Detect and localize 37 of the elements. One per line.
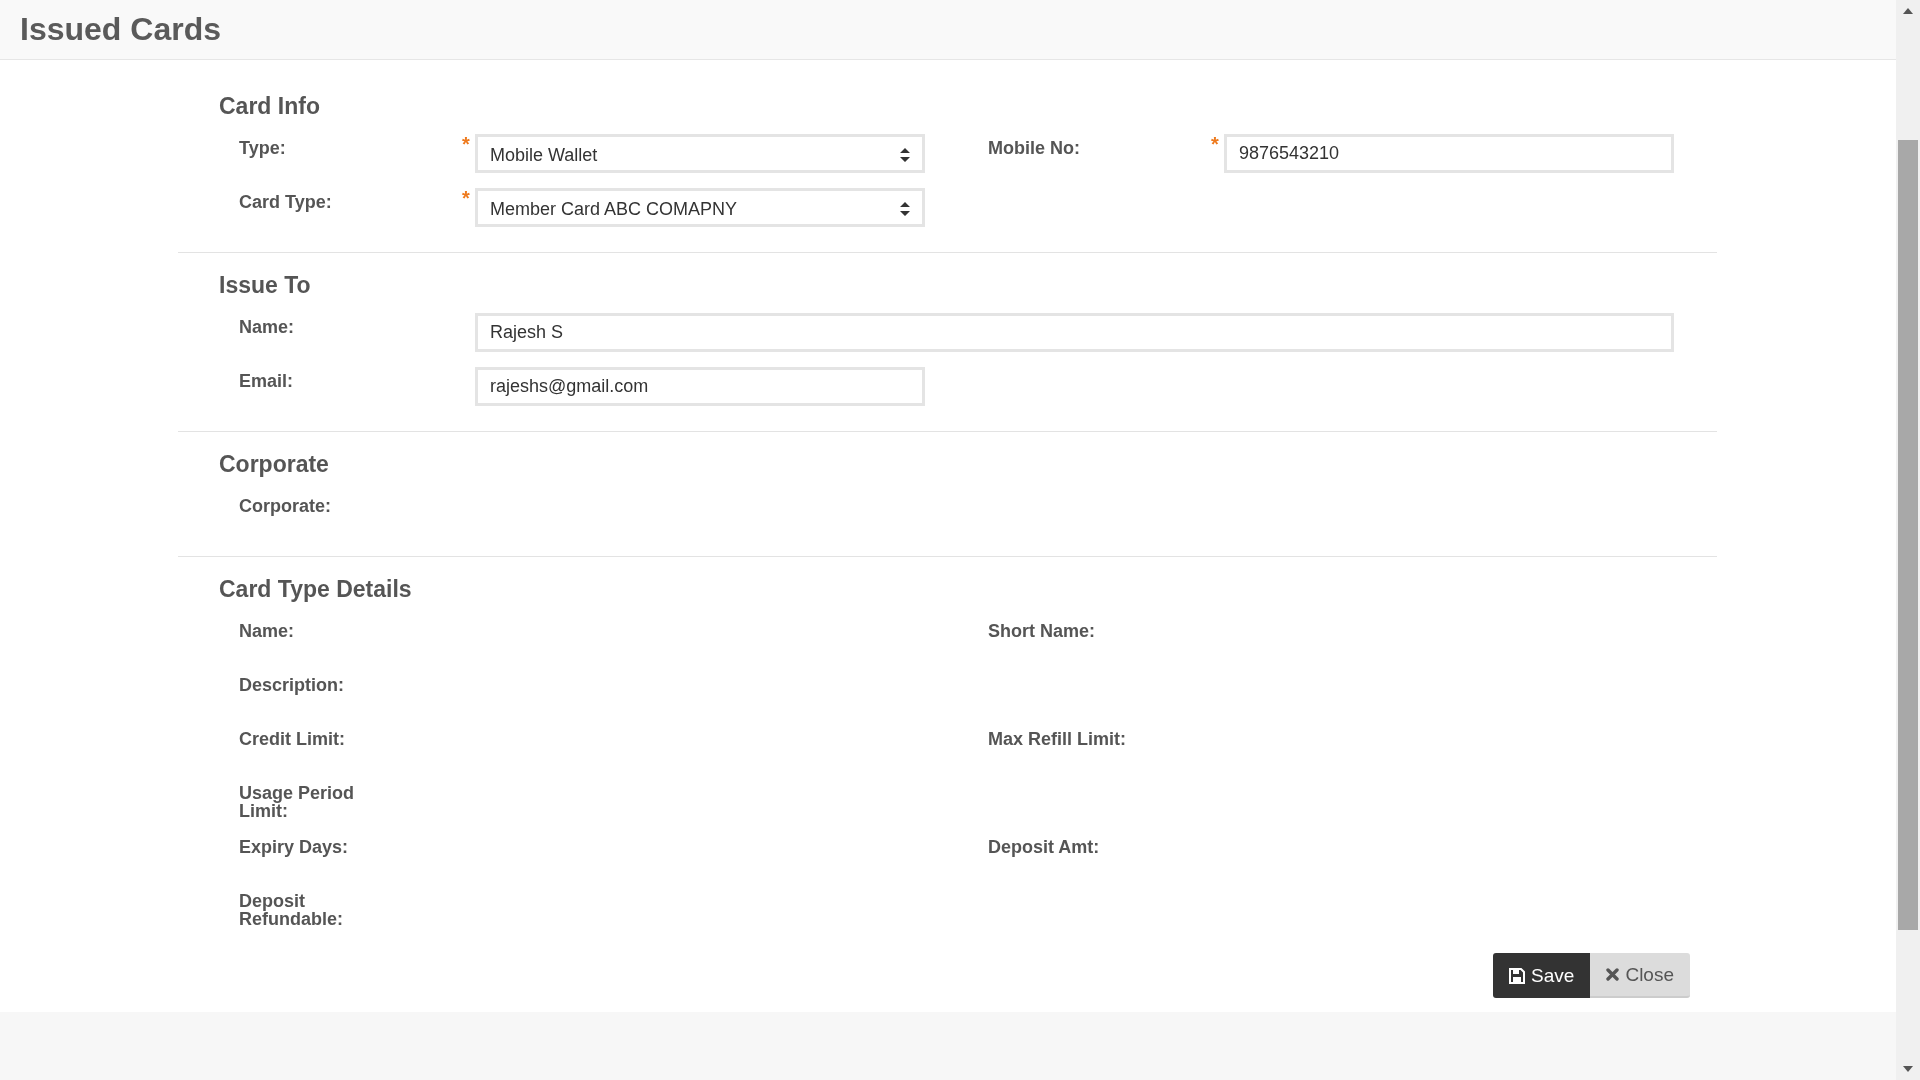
field-label: Deposit Refundable:: [239, 890, 344, 931]
sort-arrows-icon: [900, 202, 910, 216]
field-label: Description:: [239, 674, 345, 697]
text-field[interactable]: 9876543210: [1223, 134, 1674, 173]
field-label: Name:: [239, 316, 296, 339]
field-label: Expiry Days:: [239, 836, 350, 859]
field-label: Usage Period Limit:: [239, 782, 356, 823]
section-title: Card Type Details: [218, 575, 413, 604]
field-label: Email:: [239, 370, 295, 393]
field-label: Type:: [239, 137, 287, 160]
field-label: Mobile No:: [988, 137, 1081, 160]
field-label: Deposit Amt:: [988, 836, 1101, 859]
section-title: Card Info: [218, 92, 321, 121]
close-button[interactable]: Close: [1590, 953, 1690, 998]
field-label: Max Refill Limit:: [988, 728, 1127, 751]
scrollbar[interactable]: [1896, 0, 1920, 1080]
required-marker: *: [1211, 134, 1220, 154]
section-title: Issue To: [218, 271, 312, 300]
field-label: Corporate:: [239, 495, 332, 518]
field-label: Credit Limit:: [239, 728, 346, 751]
field-label: Short Name:: [988, 620, 1096, 643]
dropdown-select[interactable]: Mobile Wallet: [474, 134, 925, 173]
section-title: Corporate: [218, 450, 330, 479]
field-label: Card Type:: [239, 191, 333, 214]
required-marker: *: [462, 134, 471, 154]
required-marker: *: [462, 188, 471, 208]
scrollbar-thumb[interactable]: [1898, 140, 1918, 930]
page-title: Issued Cards: [20, 11, 221, 48]
scroll-up-icon[interactable]: [1903, 8, 1913, 14]
dropdown-select[interactable]: Member Card ABC COMAPNY: [474, 188, 925, 227]
sort-arrows-icon: [900, 148, 910, 162]
scroll-down-icon[interactable]: [1903, 1066, 1913, 1072]
close-icon: [1606, 968, 1620, 981]
text-field[interactable]: rajeshs@gmail.com: [474, 367, 925, 406]
save-button[interactable]: Save: [1493, 953, 1591, 998]
text-field[interactable]: Rajesh S: [475, 313, 1674, 352]
field-label: Name:: [239, 620, 296, 643]
